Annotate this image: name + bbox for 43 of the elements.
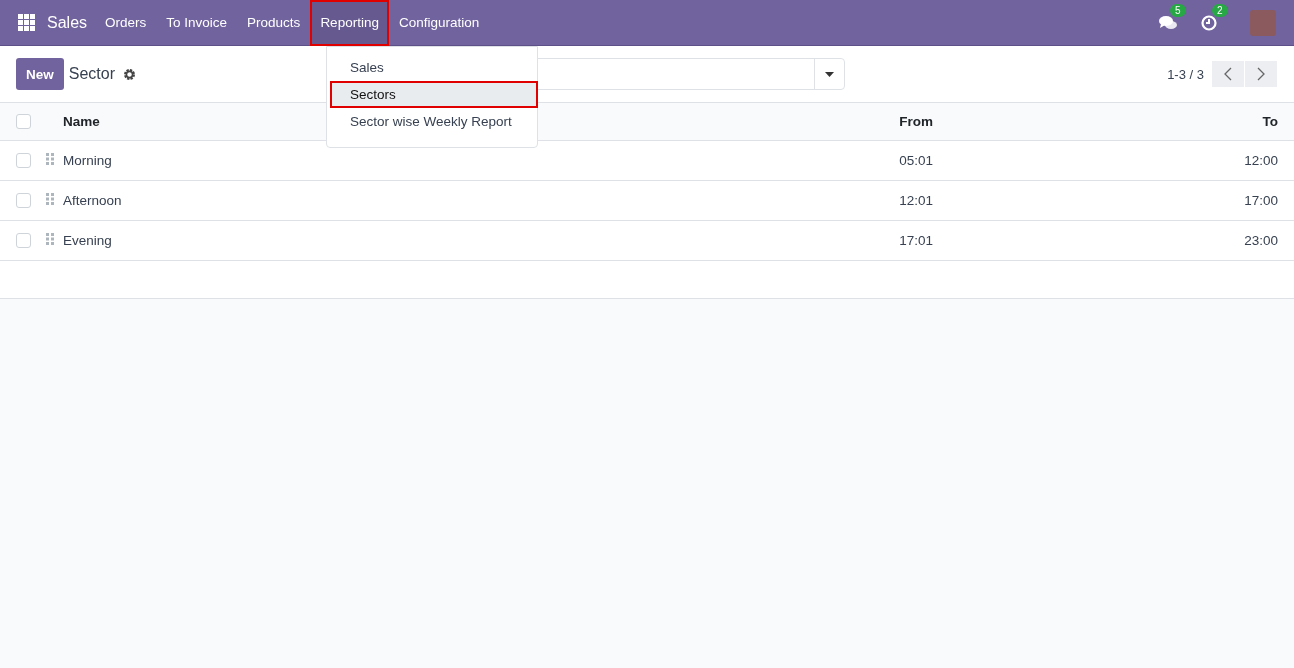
row-checkbox[interactable]	[16, 153, 31, 168]
apps-grid-icon[interactable]	[18, 13, 36, 32]
activity-count-badge: 2	[1212, 3, 1228, 17]
next-page-button[interactable]	[1245, 61, 1277, 87]
table-cell-text: 17:00	[1243, 193, 1279, 208]
table-cell-text: 05:01	[898, 153, 933, 168]
table-cell-text: 23:00	[1243, 233, 1279, 248]
caret-icon[interactable]	[825, 71, 834, 77]
row-checkbox[interactable]	[16, 193, 31, 208]
table-cell-text: 17:01	[898, 233, 933, 248]
settings-icon[interactable]	[123, 67, 136, 81]
row-checkbox[interactable]	[16, 233, 31, 248]
dropdown-item[interactable]: Sector wise Weekly Report	[330, 108, 538, 135]
menu-item[interactable]: Reporting	[310, 0, 389, 46]
message-count-badge: 5	[1170, 3, 1186, 17]
menu-item[interactable]: Products	[237, 0, 311, 46]
chevron-left-icon	[1224, 67, 1232, 81]
clock-icon[interactable]	[1200, 13, 1218, 32]
table-cell-text: 12:01	[898, 193, 933, 208]
new-button[interactable]: New	[16, 58, 64, 90]
app-name[interactable]: Sales	[47, 13, 88, 32]
pager-text: 1-3 / 3	[1167, 66, 1204, 82]
drag-handle-icon[interactable]	[46, 193, 54, 205]
user-avatar[interactable]	[1250, 9, 1276, 36]
column-header[interactable]: To	[933, 114, 1294, 129]
table-cell-text: Morning	[63, 153, 113, 168]
table-cell-text: 12:00	[1243, 153, 1279, 168]
dropdown-item[interactable]: Sectors	[330, 81, 538, 108]
drag-handle-icon[interactable]	[46, 233, 54, 245]
chevron-right-icon	[1257, 67, 1265, 81]
dropdown-item[interactable]: Sales	[330, 54, 538, 81]
chat-icon[interactable]	[1158, 13, 1178, 32]
menu-item[interactable]: Orders	[95, 0, 157, 46]
menu-item[interactable]: Configuration	[388, 0, 490, 46]
table-cell-text: Evening	[63, 233, 113, 248]
select-all-checkbox[interactable]	[16, 114, 31, 129]
column-header[interactable]: From	[633, 114, 933, 129]
table-cell-text: Afternoon	[63, 193, 123, 208]
drag-handle-icon[interactable]	[46, 153, 54, 165]
column-header[interactable]: Name	[63, 114, 100, 129]
menu-item[interactable]: To Invoice	[156, 0, 238, 46]
previous-page-button[interactable]	[1212, 61, 1244, 87]
page-title: Sector	[68, 65, 115, 83]
